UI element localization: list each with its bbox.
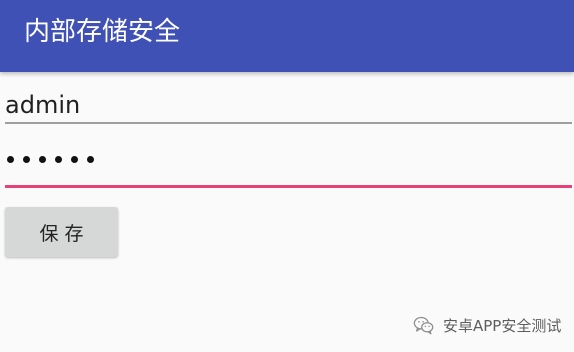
password-mask-dot xyxy=(87,156,94,163)
wechat-icon xyxy=(413,316,434,335)
password-field[interactable] xyxy=(5,142,572,188)
username-value: admin xyxy=(5,91,81,119)
password-mask-dot xyxy=(71,156,78,163)
save-button-label: 保存 xyxy=(39,222,90,245)
password-mask-dot xyxy=(7,156,14,163)
app-title: 内部存储安全 xyxy=(24,17,181,47)
password-mask-dot xyxy=(39,156,46,163)
app-bar: 内部存储安全 xyxy=(0,0,574,72)
watermark-text: 安卓APP安全测试 xyxy=(443,316,562,335)
password-mask-dot xyxy=(23,156,30,163)
username-field[interactable]: admin xyxy=(5,80,572,124)
watermark: 安卓APP安全测试 xyxy=(413,314,561,336)
password-mask xyxy=(7,156,94,163)
password-mask-dot xyxy=(55,156,62,163)
save-button[interactable]: 保存 xyxy=(5,207,118,257)
